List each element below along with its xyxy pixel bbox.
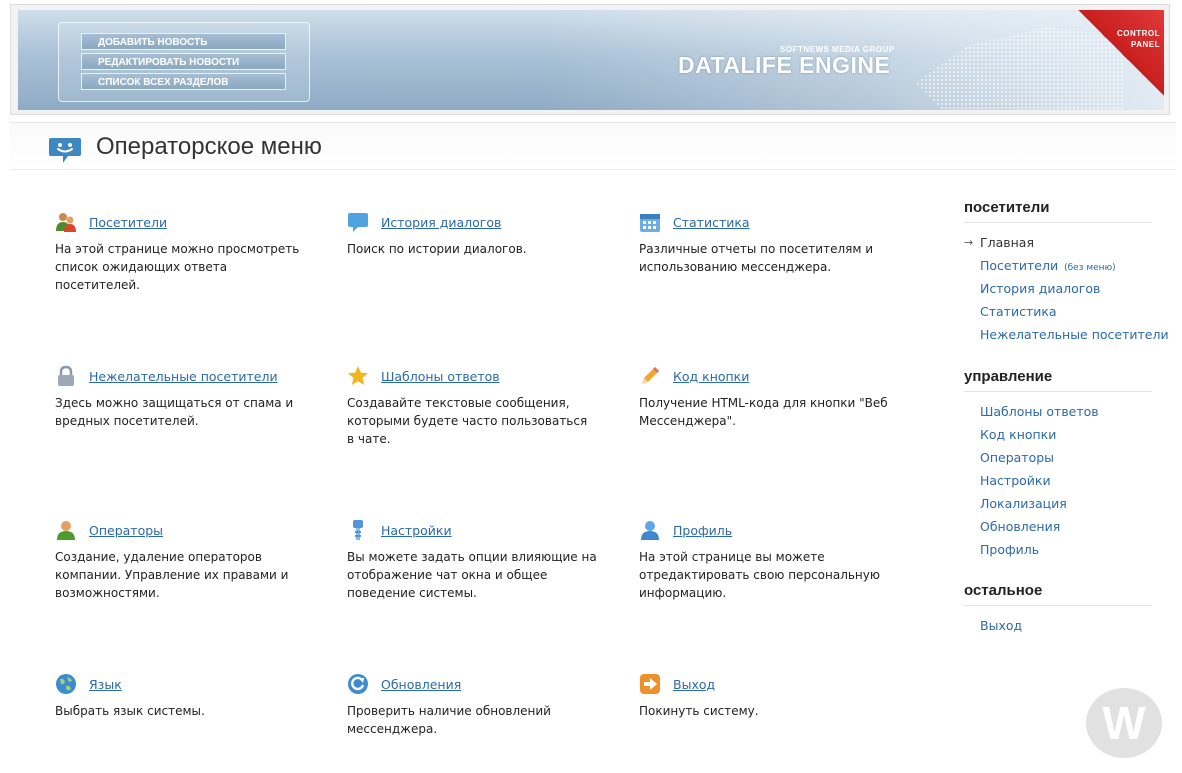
- profile-link[interactable]: Профиль: [673, 523, 732, 538]
- banned-visitors-description: Здесь можно защищаться от спама и вредны…: [55, 396, 294, 428]
- add-news-link[interactable]: ДОБАВИТЬ НОВОСТЬ: [81, 33, 286, 50]
- operators-link[interactable]: Операторы: [89, 523, 163, 538]
- language-link[interactable]: Язык: [89, 677, 122, 692]
- dialog-history-link[interactable]: История диалогов: [381, 215, 501, 230]
- visitors-icon: [56, 213, 76, 232]
- updates-link[interactable]: Обновления: [381, 677, 461, 692]
- sidebar-other-section: остальное Выход: [964, 582, 1152, 637]
- statistics-link[interactable]: Статистика: [673, 215, 750, 230]
- sidebar-item-banned[interactable]: Нежелательные посетители: [964, 323, 1169, 346]
- calendar-icon: [640, 214, 660, 232]
- dialog-history-description: Поиск по истории диалогов.: [347, 242, 527, 256]
- page-title: Операторское меню: [96, 133, 322, 160]
- current-arrow-icon: →: [964, 236, 974, 249]
- language-description: Выбрать язык системы.: [55, 704, 205, 718]
- sidebar-item-localization[interactable]: Локализация: [964, 492, 1152, 515]
- settings-icon: [353, 520, 363, 540]
- sidebar-visitors-section: посетители → Главная Посетители (без меню…: [964, 199, 1169, 346]
- sidebar-item-label: Посетители: [980, 258, 1059, 273]
- control-panel-line2: PANEL: [1130, 40, 1160, 49]
- profile-description: На этой странице вы можете отредактирова…: [639, 550, 880, 600]
- sidebar-item-home[interactable]: → Главная: [964, 231, 1152, 254]
- header-banner: ДОБАВИТЬ НОВОСТЬ РЕДАКТИРОВАТЬ НОВОСТИ С…: [18, 10, 1164, 110]
- control-panel-label: CONTROL PANEL: [1117, 28, 1160, 50]
- sidebar-item-statistics[interactable]: Статистика: [964, 300, 1152, 323]
- chat-smile-icon: [49, 138, 81, 163]
- settings-link[interactable]: Настройки: [381, 523, 452, 538]
- menu-item-statistics: Статистика Различные отчеты по посетител…: [639, 211, 899, 276]
- menu-item-banned: Нежелательные посетители Здесь можно защ…: [55, 365, 315, 430]
- sidebar-item-visitors[interactable]: Посетители (без меню): [964, 254, 1152, 277]
- lock-icon: [58, 365, 74, 386]
- sidebar-item-profile[interactable]: Профиль: [964, 538, 1152, 561]
- page-title-bar: Операторское меню: [10, 122, 1176, 170]
- brand-logo: DATALIFE ENGINE: [678, 52, 891, 78]
- profile-icon: [641, 521, 659, 540]
- quick-menu: ДОБАВИТЬ НОВОСТЬ РЕДАКТИРОВАТЬ НОВОСТИ С…: [58, 22, 310, 102]
- operator-icon: [57, 521, 75, 540]
- control-panel-corner: [1078, 10, 1164, 96]
- sidebar-item-dialog-history[interactable]: История диалогов: [964, 277, 1152, 300]
- menu-item-profile: Профиль На этой странице вы можете отред…: [639, 519, 899, 602]
- sidebar-item-settings[interactable]: Настройки: [964, 469, 1152, 492]
- menu-item-settings: Настройки Вы можете задать опции влияющи…: [347, 519, 607, 602]
- visitors-link[interactable]: Посетители: [89, 215, 167, 230]
- all-sections-link[interactable]: СПИСОК ВСЕХ РАЗДЕЛОВ: [81, 73, 286, 90]
- edit-news-link[interactable]: РЕДАКТИРОВАТЬ НОВОСТИ: [81, 53, 286, 70]
- exit-link[interactable]: Выход: [673, 677, 715, 692]
- sidebar-heading-management: управление: [964, 368, 1152, 392]
- menu-item-operators: Операторы Создание, удаление операторов …: [55, 519, 315, 602]
- sidebar-item-label: Главная: [980, 235, 1034, 250]
- menu-item-language: Язык Выбрать язык системы.: [55, 673, 315, 720]
- exit-description: Покинуть систему.: [639, 704, 759, 718]
- globe-icon: [56, 674, 76, 694]
- star-icon: [348, 366, 368, 385]
- menu-item-updates: Обновления Проверить наличие обновлений …: [347, 673, 607, 738]
- no-menu-note[interactable]: (без меню): [1064, 263, 1116, 273]
- menu-item-button-code: Код кнопки Получение HTML-кода для кнопк…: [639, 365, 899, 430]
- sidebar-item-exit[interactable]: Выход: [964, 614, 1152, 637]
- watermark-logo: W: [1086, 688, 1162, 758]
- button-code-link[interactable]: Код кнопки: [673, 369, 749, 384]
- sidebar-item-operators[interactable]: Операторы: [964, 446, 1152, 469]
- sidebar-item-updates[interactable]: Обновления: [964, 515, 1152, 538]
- refresh-icon: [348, 674, 368, 694]
- visitors-description: На этой странице можно просмотреть списо…: [55, 242, 300, 292]
- sidebar-management-section: управление Шаблоны ответов Код кнопки Оп…: [964, 368, 1152, 561]
- sidebar-item-templates[interactable]: Шаблоны ответов: [964, 400, 1152, 423]
- templates-link[interactable]: Шаблоны ответов: [381, 369, 500, 384]
- templates-description: Создавайте текстовые сообщения, которыми…: [347, 396, 588, 446]
- sidebar-item-button-code[interactable]: Код кнопки: [964, 423, 1152, 446]
- operators-description: Создание, удаление операторов компании. …: [55, 550, 289, 600]
- pencil-icon: [642, 367, 659, 384]
- menu-item-templates: Шаблоны ответов Создавайте текстовые соо…: [347, 365, 607, 448]
- sidebar-heading-other: остальное: [964, 582, 1152, 606]
- sidebar-heading-visitors: посетители: [964, 199, 1152, 223]
- settings-description: Вы можете задать опции влияющие на отобр…: [347, 550, 597, 600]
- banned-visitors-link[interactable]: Нежелательные посетители: [89, 369, 278, 384]
- updates-description: Проверить наличие обновлений мессенджера…: [347, 704, 551, 736]
- chat-bubble-icon: [348, 213, 368, 232]
- statistics-description: Различные отчеты по посетителям и исполь…: [639, 242, 874, 274]
- button-code-description: Получение HTML-кода для кнопки "Веб Месс…: [639, 396, 888, 428]
- exit-icon: [640, 674, 660, 694]
- menu-item-exit: Выход Покинуть систему.: [639, 673, 899, 720]
- menu-item-dialog-history: История диалогов Поиск по истории диалог…: [347, 211, 607, 258]
- menu-item-visitors: Посетители На этой странице можно просмо…: [55, 211, 315, 294]
- control-panel-line1: CONTROL: [1116, 29, 1160, 38]
